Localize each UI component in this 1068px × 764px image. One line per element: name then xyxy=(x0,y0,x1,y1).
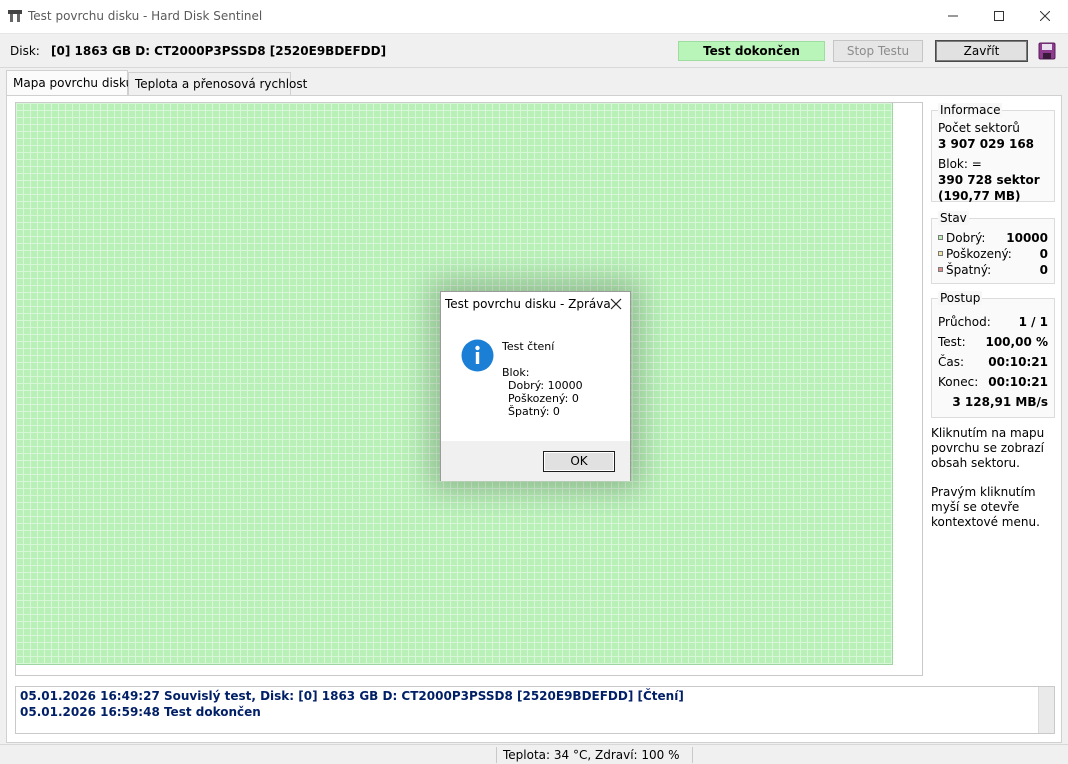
dialog-line-test: Test čtení xyxy=(502,340,555,353)
dialog-line-block: Blok: xyxy=(502,366,530,379)
info-legend: Informace xyxy=(938,103,1003,117)
progress-row-speed: 3 128,91 MB/s xyxy=(938,395,1050,411)
sectors-value: 3 907 029 168 xyxy=(938,137,1035,151)
bad-swatch xyxy=(938,267,943,272)
status-row-good: Dobrý: 10000 xyxy=(938,231,1050,247)
time-value: 00:10:21 xyxy=(988,355,1048,369)
status-group: Stav Dobrý: 10000 Poškozený: 0 Špatný: 0 xyxy=(931,211,1055,284)
help-note-click: Kliknutím na mapu povrchu se zobrazí obs… xyxy=(931,426,1045,470)
good-value: 10000 xyxy=(1006,231,1048,245)
block-size: (190,77 MB) xyxy=(938,189,1021,203)
status-separator xyxy=(692,747,693,763)
maximize-button[interactable] xyxy=(976,0,1022,32)
block-label: Blok: = xyxy=(938,157,982,171)
toolbar: Disk: [0] 1863 GB D: CT2000P3PSSD8 [2520… xyxy=(0,34,1068,68)
bad-value: 0 xyxy=(1039,263,1048,277)
damaged-label: Poškozený: xyxy=(946,247,1012,261)
log-box[interactable]: 05.01.2026 16:49:27 Souvislý test, Disk:… xyxy=(15,686,1055,734)
tab-surface-map[interactable]: Mapa povrchu disku xyxy=(6,70,133,96)
info-icon xyxy=(461,339,494,372)
disk-value: [0] 1863 GB D: CT2000P3PSSD8 [2520E9BDEF… xyxy=(51,44,387,58)
minimize-button[interactable] xyxy=(930,0,976,32)
speed-value: 3 128,91 MB/s xyxy=(952,395,1048,409)
minimize-icon xyxy=(948,15,958,17)
progress-row-test: Test: 100,00 % xyxy=(938,335,1050,351)
good-label: Dobrý: xyxy=(946,231,986,245)
progress-row-pass: Průchod: 1 / 1 xyxy=(938,315,1050,331)
status-row-bad: Špatný: 0 xyxy=(938,263,1050,279)
good-swatch xyxy=(938,235,943,240)
progress-row-end: Konec: 00:10:21 xyxy=(938,375,1050,391)
dialog-title: Test povrchu disku - Zpráva xyxy=(445,297,611,311)
dialog-title-bar: Test povrchu disku - Zpráva xyxy=(441,292,630,318)
dialog-message: Test čtení Blok: Dobrý: 10000 Poškozený:… xyxy=(502,340,583,418)
damaged-swatch xyxy=(938,251,943,256)
ok-button[interactable]: OK xyxy=(543,451,615,472)
dialog-line-good: Dobrý: 10000 xyxy=(508,379,583,392)
progress-legend: Postup xyxy=(938,291,983,305)
block-value: 390 728 sektor xyxy=(938,173,1040,187)
status-legend: Stav xyxy=(938,211,969,225)
stop-test-button[interactable]: Stop Testu xyxy=(833,40,923,62)
close-icon[interactable] xyxy=(608,296,624,312)
help-notes: Kliknutím na mapu povrchu se zobrazí obs… xyxy=(931,426,1059,530)
close-button[interactable]: Zavřít xyxy=(935,40,1028,62)
log-line: 05.01.2026 16:59:48 Test dokončen xyxy=(20,705,261,719)
bad-label: Špatný: xyxy=(946,263,992,277)
message-dialog: Test povrchu disku - Zpráva Test čtení B… xyxy=(440,291,631,481)
pass-value: 1 / 1 xyxy=(1018,315,1048,329)
time-label: Čas: xyxy=(938,355,965,369)
end-value: 00:10:21 xyxy=(988,375,1048,389)
pass-label: Průchod: xyxy=(938,315,991,329)
close-icon xyxy=(1040,11,1050,21)
status-badge: Test dokončen xyxy=(678,41,825,61)
damaged-value: 0 xyxy=(1039,247,1048,261)
log-scrollbar[interactable] xyxy=(1038,687,1054,733)
window-title: Test povrchu disku - Hard Disk Sentinel xyxy=(28,9,263,23)
dialog-footer: OK xyxy=(441,441,630,481)
status-separator xyxy=(496,747,497,763)
disk-label: Disk: xyxy=(10,44,40,58)
dialog-line-bad: Špatný: 0 xyxy=(508,405,560,418)
info-group: Informace Počet sektorů 3 907 029 168 Bl… xyxy=(931,103,1055,203)
help-note-rightclick: Pravým kliknutím myší se otevře kontexto… xyxy=(931,485,1040,529)
progress-group: Postup Průchod: 1 / 1 Test: 100,00 % Čas… xyxy=(931,291,1055,418)
title-bar: Test povrchu disku - Hard Disk Sentinel xyxy=(0,0,1068,34)
maximize-icon xyxy=(994,11,1004,21)
status-text: Teplota: 34 °C, Zdraví: 100 % xyxy=(503,748,680,762)
tab-temperature-speed[interactable]: Teplota a přenosová rychlost xyxy=(128,72,307,96)
dialog-line-damaged: Poškozený: 0 xyxy=(508,392,579,405)
test-label: Test: xyxy=(938,335,966,349)
test-value: 100,00 % xyxy=(985,335,1048,349)
end-label: Konec: xyxy=(938,375,979,389)
log-line: 05.01.2026 16:49:27 Souvislý test, Disk:… xyxy=(20,689,684,703)
sectors-label: Počet sektorů xyxy=(938,121,1020,135)
save-icon[interactable] xyxy=(1038,42,1056,60)
disk-sentinel-icon xyxy=(8,10,22,22)
progress-row-time: Čas: 00:10:21 xyxy=(938,355,1050,371)
status-row-damaged: Poškozený: 0 xyxy=(938,247,1050,263)
status-bar: Teplota: 34 °C, Zdraví: 100 % xyxy=(0,744,1068,764)
close-window-button[interactable] xyxy=(1022,0,1068,32)
